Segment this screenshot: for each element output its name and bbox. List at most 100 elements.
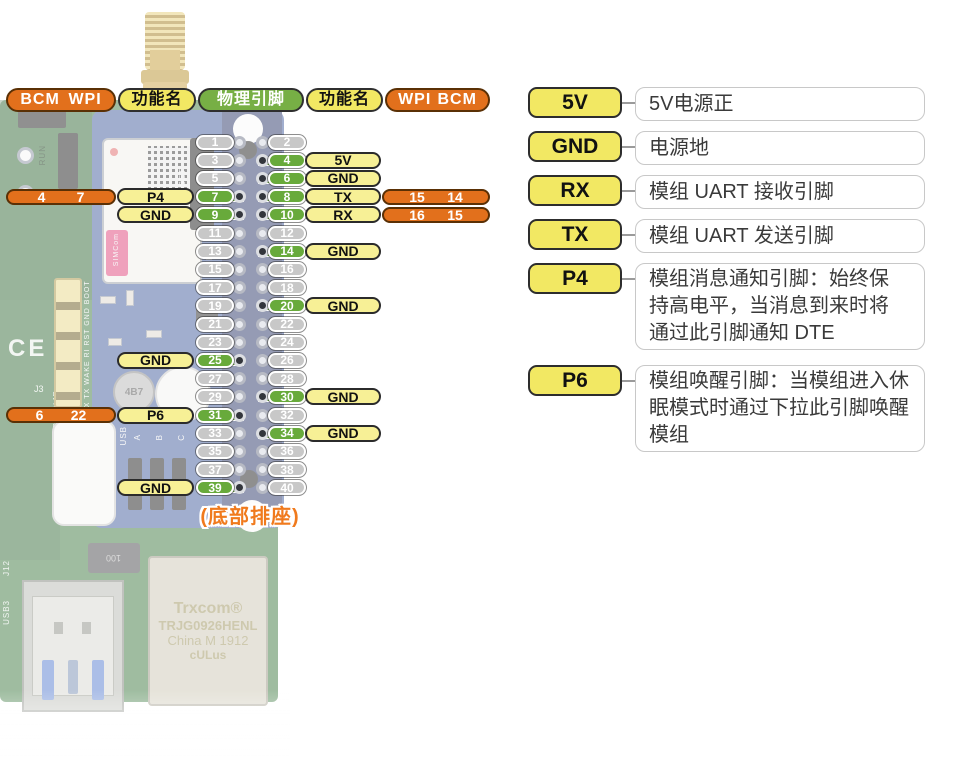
pin-badge-7: 7 (196, 189, 234, 204)
pin-badge-38: 38 (268, 462, 306, 477)
pin-badge-5: 5 (196, 171, 234, 186)
header-bcm-wpi-left: BCM WPI (6, 88, 116, 112)
pin-row: 11 12 (0, 224, 500, 242)
pin-hole (233, 409, 246, 422)
pin-badge-30: 30 (268, 389, 306, 404)
pin-badge-6: 6 (268, 171, 306, 186)
pin-hole (233, 136, 246, 149)
legend-description-gnd: 电源地 (635, 131, 925, 165)
pin-badge-8: 8 (268, 189, 306, 204)
header-wpi-label: WPI (68, 92, 101, 108)
pin-row: 12 (0, 133, 500, 151)
pin-row: 37 38 (0, 461, 500, 479)
pin-hole (233, 445, 246, 458)
pin-hole (233, 427, 246, 440)
pin-hole (233, 354, 246, 367)
bcm-value: 15 (447, 208, 463, 222)
pin-hole (233, 299, 246, 312)
pin-badge-15: 15 (196, 262, 234, 277)
header-physical-pin: 物理引脚 (198, 88, 304, 112)
function-badge: GND (305, 170, 381, 187)
pin-row: 1516 (0, 260, 500, 278)
pin-badge-25: 25 (196, 353, 234, 368)
pin-badge-34: 34 (268, 426, 306, 441)
pin-badge-21: 21 (196, 317, 234, 332)
pin-badge-36: 36 (268, 444, 306, 459)
legend-item-p4: P4 模组消息通知引脚：始终保 持高电平，当消息到来时将 通过此引脚通知 DTE (528, 263, 925, 350)
legend-description-tx: 模组 UART 发送引脚 (635, 219, 925, 253)
pin-row: 5 6GND (0, 169, 500, 187)
pin-hole (233, 281, 246, 294)
function-badge: P6 (117, 407, 194, 424)
pin-badge-19: 19 (196, 298, 234, 313)
header-bcm-label: BCM (20, 92, 59, 108)
pin-badge-22: 22 (268, 317, 306, 332)
pin-badge-18: 18 (268, 280, 306, 295)
pin-badge-33: 33 (196, 426, 234, 441)
bcm-wpi-badge: 47 (6, 189, 116, 205)
legend-description-5v: 5V电源正 (635, 87, 925, 121)
pin-badge-11: 11 (196, 226, 234, 241)
pin-badge-40: 40 (268, 480, 306, 495)
function-badge: GND (305, 425, 381, 442)
pin-badge-3: 3 (196, 153, 234, 168)
bcm-value: 4 (38, 190, 46, 204)
pin-badge-10: 10 (268, 207, 306, 222)
pin-row: 33 34GND (0, 424, 500, 442)
function-badge: GND (305, 388, 381, 405)
pin-row: 21 22 (0, 315, 500, 333)
wpi-value: 15 (409, 190, 425, 204)
pin-row: 35 36 (0, 442, 500, 460)
legend-description-p4: 模组消息通知引脚：始终保 持高电平，当消息到来时将 通过此引脚通知 DTE (635, 263, 925, 350)
pin-hole (233, 336, 246, 349)
pin-badge-39: 39 (196, 480, 234, 495)
pin-badge-20: 20 (268, 298, 306, 313)
pin-badge-32: 32 (268, 408, 306, 423)
pin-hole (233, 318, 246, 331)
legend-item-rx: RX 模组 UART 接收引脚 (528, 175, 925, 209)
wpi-bcm-badge: 1615 (382, 207, 490, 223)
pin-row: 1718 (0, 279, 500, 297)
pin-badge-35: 35 (196, 444, 234, 459)
pin-hole (233, 463, 246, 476)
function-badge: 5V (305, 152, 381, 169)
legend-connector-line (622, 380, 635, 382)
wpi-value: 16 (409, 208, 425, 222)
pin-row: 47P47 8TX 15 14 (0, 188, 500, 206)
legend-item-tx: TX 模组 UART 发送引脚 (528, 219, 925, 253)
pin-badge-1: 1 (196, 135, 234, 150)
pin-row: 1920GND (0, 297, 500, 315)
function-badge: P4 (117, 188, 194, 205)
function-badge: TX (305, 188, 381, 205)
legend-badge-p4: P4 (528, 263, 622, 294)
function-badge: GND (117, 479, 194, 496)
pin-row: 1314GND (0, 242, 500, 260)
legend-description-p6: 模组唤醒引脚：当模组进入休 眠模式时通过下拉此引脚唤醒 模组 (635, 365, 925, 452)
bcm-value: 6 (36, 408, 44, 422)
pin-row: GND25 26 (0, 351, 500, 369)
legend-item-p6: P6 模组唤醒引脚：当模组进入休 眠模式时通过下拉此引脚唤醒 模组 (528, 365, 925, 452)
legend-badge-p6: P6 (528, 365, 622, 396)
legend-badge-5v: 5V (528, 87, 622, 118)
legend-connector-line (622, 190, 635, 192)
pin-badge-27: 27 (196, 371, 234, 386)
legend-description-rx: 模组 UART 接收引脚 (635, 175, 925, 209)
legend-badge-tx: TX (528, 219, 622, 250)
pin-hole (233, 481, 246, 494)
pin-badge-26: 26 (268, 353, 306, 368)
pin-badge-37: 37 (196, 462, 234, 477)
wpi-value: 22 (71, 408, 87, 422)
pin-badge-23: 23 (196, 335, 234, 350)
pin-row: 2728 (0, 370, 500, 388)
bcm-value: 14 (447, 190, 463, 204)
pin-row: GND39 40 (0, 479, 500, 497)
pin-row: 622P63132 (0, 406, 500, 424)
function-badge: GND (117, 206, 194, 223)
pin-row: 2324 (0, 333, 500, 351)
pin-badge-12: 12 (268, 226, 306, 241)
legend-connector-line (622, 278, 635, 280)
function-badge: GND (117, 352, 194, 369)
pin-hole (233, 372, 246, 385)
pin-hole (233, 190, 246, 203)
pin-hole (233, 263, 246, 276)
